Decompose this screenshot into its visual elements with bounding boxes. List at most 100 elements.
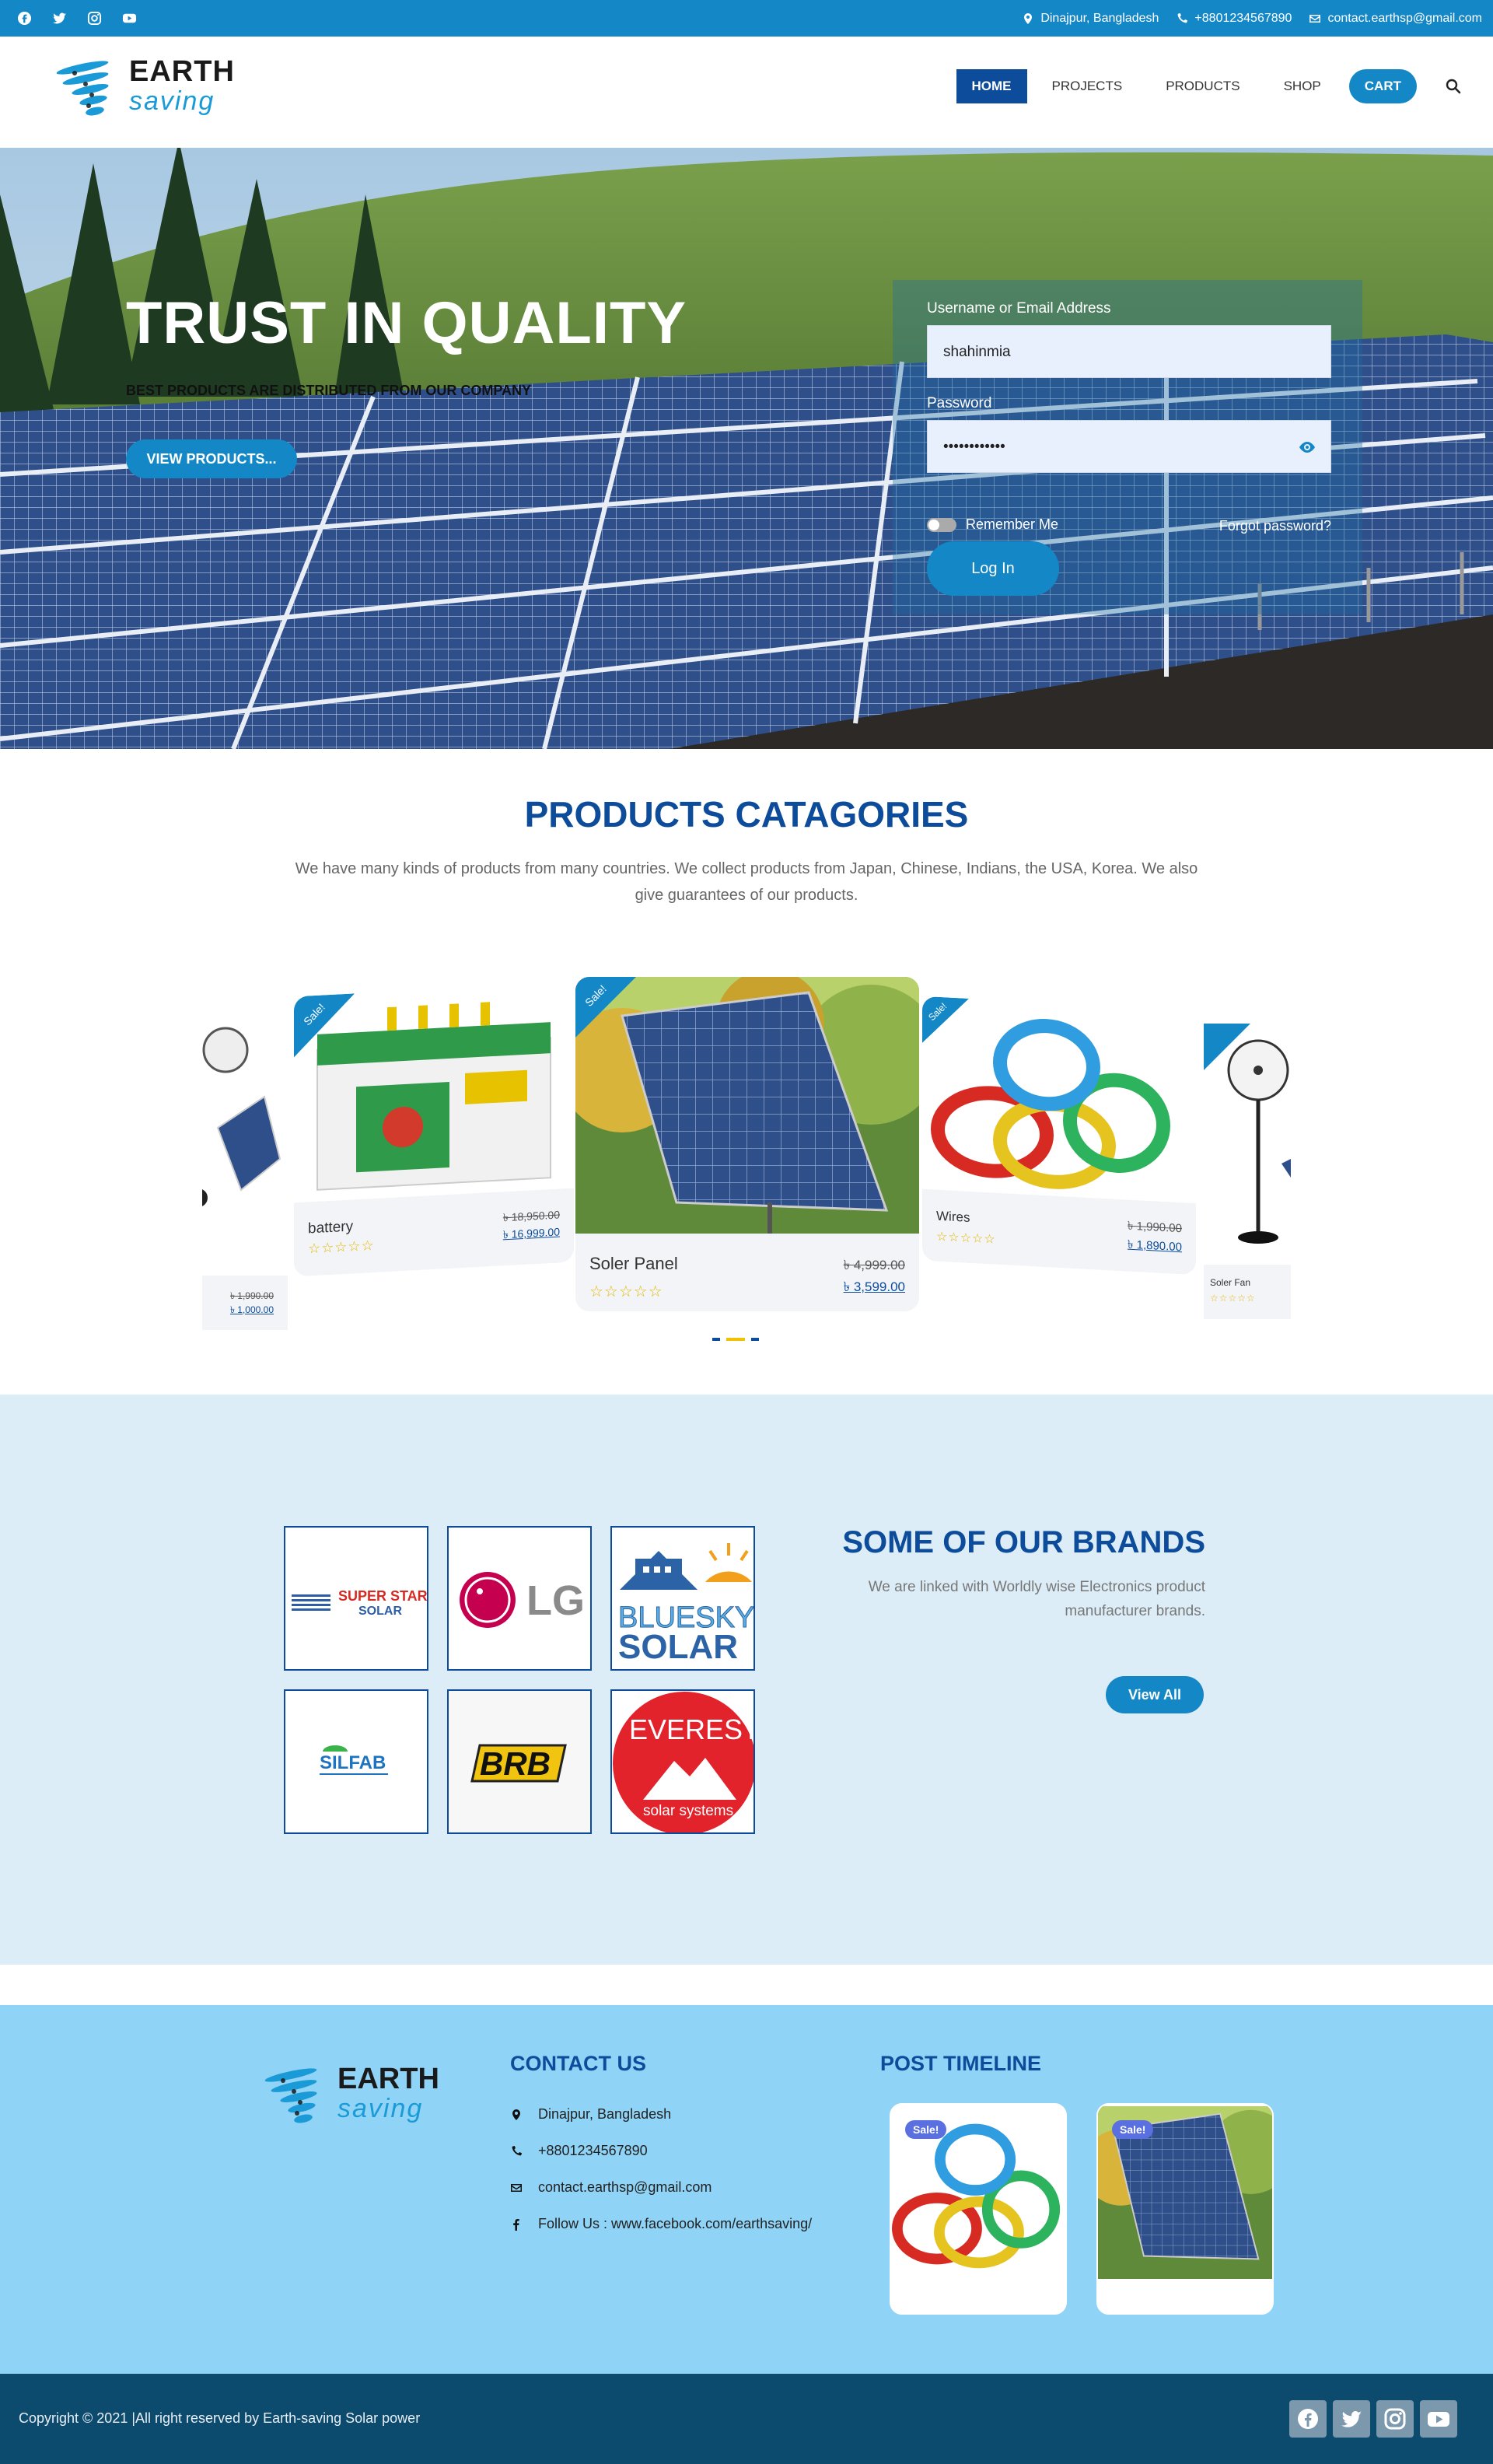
footer-location-text: Dinajpur, Bangladesh bbox=[538, 2106, 672, 2122]
product-card-solar-panel[interactable]: Sale! Soler Panel ৳ 4,999.00 ৳ 3,599.00 … bbox=[575, 977, 919, 1311]
phone-icon bbox=[512, 2145, 522, 2155]
categories-title: PRODUCTS CATAGORIES bbox=[524, 794, 969, 835]
carousel-dot-active[interactable] bbox=[726, 1338, 745, 1341]
nav-cart[interactable]: CART bbox=[1348, 69, 1417, 103]
superstar-logo-image: SUPER STAR SOLAR bbox=[285, 1528, 427, 1669]
search-icon[interactable] bbox=[1445, 78, 1462, 95]
footer-facebook[interactable]: Follow Us : www.facebook.com/earthsaving… bbox=[510, 2216, 812, 2232]
view-products-button[interactable]: VIEW PRODUCTS... bbox=[126, 439, 297, 478]
product-rating-stars: ☆☆☆☆☆ bbox=[589, 1283, 663, 1300]
product-card-soler-fan[interactable]: Soler Fan ☆☆☆☆☆ bbox=[1204, 1024, 1291, 1319]
product-new-price: ৳ 1,000.00 bbox=[229, 1304, 274, 1315]
product-rating-stars: ☆☆☆☆☆ bbox=[308, 1237, 375, 1257]
brand-logo-silfab[interactable]: SILFAB bbox=[284, 1689, 428, 1834]
product-info: Soler Fan ☆☆☆☆☆ bbox=[1204, 1265, 1291, 1319]
sale-badge: Sale! bbox=[1112, 2120, 1154, 2139]
svg-text:BRB: BRB bbox=[480, 1745, 551, 1782]
lg-logo-image: LG bbox=[449, 1528, 590, 1669]
nav-shop[interactable]: SHOP bbox=[1262, 69, 1343, 103]
brand-logo-superstar[interactable]: SUPER STAR SOLAR bbox=[284, 1526, 428, 1671]
instagram-icon[interactable] bbox=[87, 11, 102, 26]
brands-section: SUPER STAR SOLAR LG BLUESKY SOLAR SILFAB… bbox=[0, 1395, 1493, 1965]
login-button[interactable]: Log In bbox=[927, 541, 1059, 596]
nav-home[interactable]: HOME bbox=[956, 69, 1027, 103]
map-pin-icon bbox=[512, 2109, 520, 2120]
top-email-text[interactable]: contact.earthsp@gmail.com bbox=[1327, 12, 1482, 26]
facebook-icon[interactable] bbox=[17, 11, 32, 26]
footer-phone-text[interactable]: +8801234567890 bbox=[538, 2143, 648, 2159]
brands-title: SOME OF OUR BRANDS bbox=[842, 1525, 1205, 1559]
top-phone-text[interactable]: +8801234567890 bbox=[1194, 12, 1292, 26]
product-new-price: ৳ 3,599.00 bbox=[843, 1279, 905, 1294]
brand-logo-brb[interactable]: BRB bbox=[447, 1689, 592, 1834]
envelope-icon bbox=[511, 2183, 522, 2192]
sale-ribbon bbox=[922, 996, 969, 1045]
brand-logo-everest[interactable]: EVEREST solar systems bbox=[610, 1689, 755, 1834]
svg-text:SOLAR: SOLAR bbox=[358, 1605, 402, 1618]
logo-swirl-icon bbox=[264, 2068, 317, 2123]
product-info: ৳ 1,990.00 ৳ 1,000.00 bbox=[202, 1276, 288, 1330]
login-form: Username or Email Address shahinmia Pass… bbox=[893, 280, 1362, 614]
facebook-icon[interactable] bbox=[1289, 2400, 1327, 2438]
product-rating-stars: ☆☆☆☆☆ bbox=[936, 1230, 996, 1247]
everest-logo-image: EVEREST solar systems bbox=[612, 1691, 755, 1832]
footer-logo[interactable]: EARTH saving bbox=[260, 2060, 446, 2137]
timeline-post-wires[interactable]: Sale! bbox=[890, 2103, 1067, 2315]
sale-ribbon bbox=[1204, 1024, 1250, 1070]
product-carousel[interactable]: ৳ 1,990.00 ৳ 1,000.00 Sale! battery ৳ 18… bbox=[202, 972, 1291, 1330]
youtube-icon[interactable] bbox=[1420, 2400, 1457, 2438]
password-input[interactable]: •••••••••••• bbox=[927, 420, 1331, 473]
product-card-wires[interactable]: Sale! Wires ৳ 1,990.00 ৳ 1,890.00 ☆☆☆☆☆ bbox=[922, 996, 1196, 1276]
footer-email[interactable]: contact.earthsp@gmail.com bbox=[510, 2179, 712, 2196]
top-email[interactable]: contact.earthsp@gmail.com bbox=[1309, 12, 1482, 26]
timeline-post-solar-panel[interactable]: Sale! bbox=[1096, 2103, 1274, 2315]
brand-logo-bluesky[interactable]: BLUESKY SOLAR bbox=[610, 1526, 755, 1671]
forgot-password-link[interactable]: Forgot password? bbox=[1219, 518, 1331, 534]
twitter-icon[interactable] bbox=[1333, 2400, 1370, 2438]
phone-icon bbox=[1178, 13, 1188, 23]
nav-products[interactable]: PRODUCTS bbox=[1144, 69, 1261, 103]
show-password-icon[interactable] bbox=[1298, 438, 1316, 457]
product-new-price: ৳ 16,999.00 bbox=[502, 1225, 560, 1241]
logo-text-saving: saving bbox=[337, 2094, 424, 2123]
silfab-logo-image: SILFAB bbox=[285, 1691, 427, 1832]
svg-text:EVEREST: EVEREST bbox=[629, 1713, 755, 1745]
top-phone[interactable]: +8801234567890 bbox=[1176, 12, 1292, 26]
sale-badge: Sale! bbox=[905, 2120, 947, 2139]
logo-text-saving: saving bbox=[129, 86, 215, 116]
hero-banner: TRUST IN QUALITY BEST PRODUCTS ARE DISTR… bbox=[0, 148, 1493, 749]
site-logo[interactable]: EARTH saving bbox=[51, 52, 238, 130]
footer-email-text[interactable]: contact.earthsp@gmail.com bbox=[538, 2179, 712, 2196]
carousel-dot[interactable] bbox=[712, 1338, 720, 1341]
map-pin-icon bbox=[1024, 13, 1033, 24]
footer-phone[interactable]: +8801234567890 bbox=[510, 2143, 648, 2159]
product-name: Soler Fan bbox=[1210, 1277, 1251, 1288]
product-rating-stars: ☆☆☆☆☆ bbox=[1210, 1293, 1256, 1304]
logo-text-earth: EARTH bbox=[337, 2063, 439, 2095]
carousel-dot[interactable] bbox=[751, 1338, 759, 1341]
remember-me[interactable]: Remember Me bbox=[927, 516, 1058, 533]
remember-me-toggle[interactable] bbox=[927, 517, 956, 532]
svg-text:SILFAB: SILFAB bbox=[320, 1752, 386, 1773]
product-card-battery[interactable]: Sale! battery ৳ 18,950.00 ৳ 16,999.00 ☆☆… bbox=[294, 982, 574, 1277]
bluesky-logo-image: BLUESKY SOLAR bbox=[612, 1528, 753, 1669]
product-card-partial-left[interactable]: ৳ 1,990.00 ৳ 1,000.00 bbox=[202, 1003, 288, 1330]
product-info: battery ৳ 18,950.00 ৳ 16,999.00 ☆☆☆☆☆ bbox=[294, 1188, 574, 1277]
nav-projects[interactable]: PROJECTS bbox=[1030, 69, 1145, 103]
remember-me-label: Remember Me bbox=[966, 516, 1059, 532]
top-contact-info: Dinajpur, Bangladesh +8801234567890 cont… bbox=[1022, 12, 1482, 26]
instagram-icon[interactable] bbox=[1376, 2400, 1414, 2438]
youtube-icon[interactable] bbox=[122, 11, 137, 26]
svg-text:LG: LG bbox=[526, 1577, 585, 1624]
copyright-text: Copyright © 2021 |All right reserved by … bbox=[19, 2410, 421, 2426]
facebook-f-icon bbox=[513, 2218, 519, 2231]
envelope-icon bbox=[1309, 15, 1321, 23]
brand-logo-lg[interactable]: LG bbox=[447, 1526, 592, 1671]
top-location-text: Dinajpur, Bangladesh bbox=[1040, 12, 1159, 25]
view-all-brands-button[interactable]: View All bbox=[1106, 1676, 1204, 1713]
username-input[interactable]: shahinmia bbox=[927, 325, 1331, 378]
product-info: Soler Panel ৳ 4,999.00 ৳ 3,599.00 ☆☆☆☆☆ bbox=[575, 1234, 919, 1311]
top-location: Dinajpur, Bangladesh bbox=[1022, 12, 1159, 26]
footer-facebook-text[interactable]: Follow Us : www.facebook.com/earthsaving… bbox=[538, 2216, 812, 2232]
twitter-icon[interactable] bbox=[52, 11, 67, 26]
